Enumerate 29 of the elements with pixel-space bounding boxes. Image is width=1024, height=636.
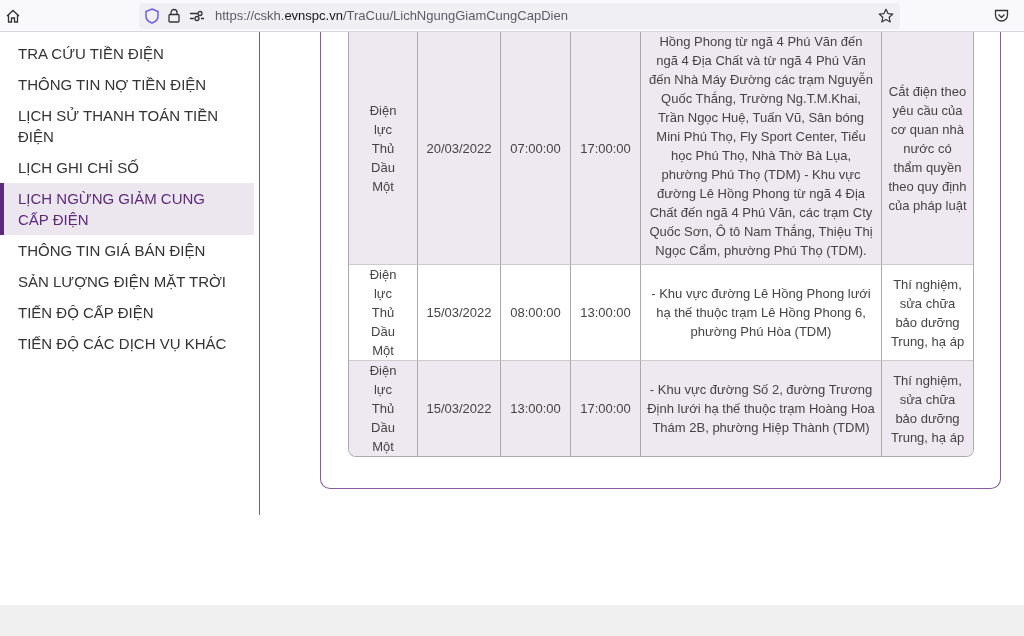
shield-icon[interactable] xyxy=(145,7,159,24)
table-cell: 20/03/2022 xyxy=(417,32,500,265)
table-cell: 17:00:00 xyxy=(570,32,640,265)
table-cell: Thí nghiệm, sửa chữa bảo dưỡng Trung, hạ áp xyxy=(881,361,973,456)
permissions-icon[interactable] xyxy=(189,9,205,22)
sidebar-menu-item[interactable]: THÔNG TIN GIÁ BÁN ĐIỆN xyxy=(0,235,254,266)
table-cell: 07:00:00 xyxy=(500,32,570,265)
table-cell: 13:00:00 xyxy=(500,361,570,456)
url-text: https://cskh.evnspc.vn/TraCuu/LichNgungGiamCungCapDien xyxy=(215,8,568,23)
sidebar-menu-item[interactable]: LỊCH NGỪNG GIẢM CUNG CẤP ĐIỆN xyxy=(0,183,254,235)
sidebar-menu-item[interactable]: LỊCH SỬ THANH TOÁN TIỀN ĐIỆN xyxy=(0,100,254,152)
sidebar-menu-item[interactable]: THÔNG TIN NỢ TIỀN ĐIỆN xyxy=(0,69,254,100)
sidebar-menu-item[interactable]: TIẾN ĐỘ CẤP ĐIỆN xyxy=(0,297,254,328)
pocket-icon[interactable] xyxy=(994,8,1009,23)
table-cell: 15/03/2022 xyxy=(417,361,500,456)
table-cell: Hồng Phong từ ngã 4 Phú Văn đến ngã 4 Địa Chất và từ ngã 4 Phú Văn đến Nhà Máy Đường các trạm Nguyễn Quốc Thắng, Trường Ng.T.M.Khai, Trần Ngọc Huệ, Tuấn Vũ, Sân bóng Mini Phú Thọ, Fly Sport Center, Tiểu học Phú Thọ, Nhà Thờ Bà Lụa, phường Phú Thọ (TDM) - Khu vực đường Lê Hồng Phong từ ngã 4 Địa Chất đến ngã 4 Phú Văn, các trạm Cty Quốc Sơn, Ô tô Nam Thắng, Thiệu Thị Ngọc Cẩm, phường Phú Thọ (TDM). xyxy=(640,32,881,265)
table-cell: 17:00:00 xyxy=(570,361,640,456)
table-cell: Điện lực Thủ Dầu Một xyxy=(349,361,417,456)
sidebar-menu-item[interactable]: TIẾN ĐỘ CÁC DỊCH VỤ KHÁC xyxy=(0,328,254,359)
table-cell: Điện lực Thủ Dầu Một xyxy=(349,32,417,265)
address-bar[interactable]: https://cskh.evnspc.vn/TraCuu/LichNgungGiamCungCapDien xyxy=(139,2,900,29)
table-cell: - Khu vực đường Số 2, đường Trương Định lưới hạ thế thuộc trạm Hoàng Hoa Thám 2B, phường Hiệp Thành (TDM) xyxy=(640,361,881,456)
sidebar-menu-item[interactable]: LỊCH GHI CHỈ SỐ xyxy=(0,152,254,183)
sidebar-menu-item[interactable]: TRA CỨU TIỀN ĐIỆN xyxy=(0,38,254,69)
sidebar-menu-item[interactable]: SẢN LƯỢNG ĐIỆN MẶT TRỜI xyxy=(0,266,254,297)
home-icon[interactable] xyxy=(6,8,20,23)
table-cell: Cắt điện theo yêu cầu của cơ quan nhà nước có thẩm quyền theo quy định của pháp luật xyxy=(881,32,973,265)
star-icon[interactable] xyxy=(878,7,894,24)
lock-icon[interactable] xyxy=(168,8,180,23)
